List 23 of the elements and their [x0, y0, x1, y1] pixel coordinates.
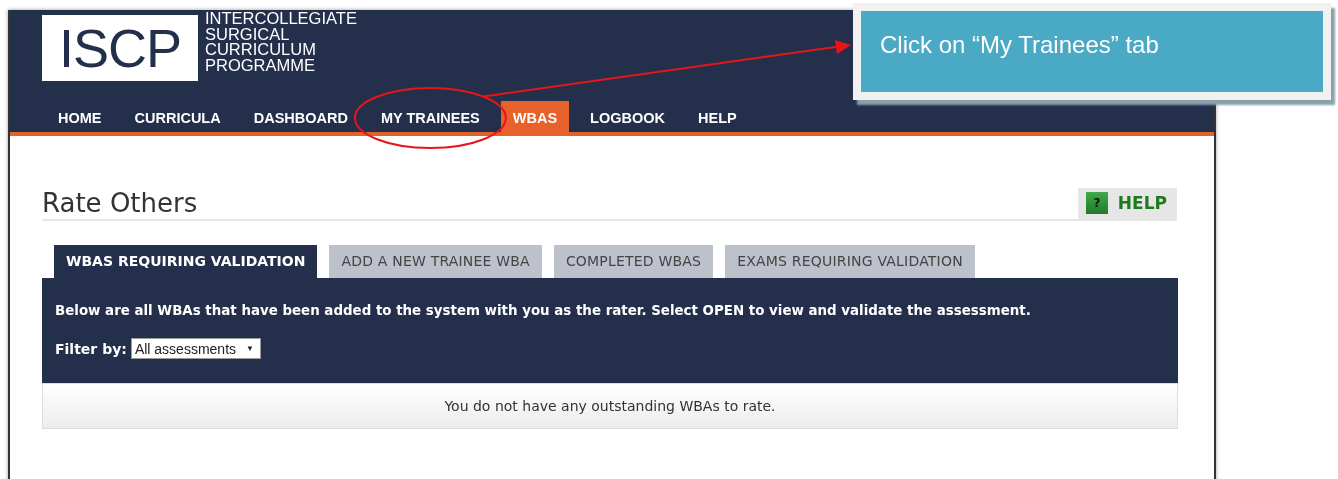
- nav-tab[interactable]: CURRICULA: [122, 101, 233, 135]
- logo-mark: ISCP: [42, 15, 198, 81]
- logo-text: PROGRAMME: [205, 57, 316, 73]
- empty-message: You do not have any outstanding WBAs to rate.: [444, 398, 776, 414]
- nav-tab[interactable]: MY TRAINEES: [368, 101, 492, 135]
- logo-text: INTERCOLLEGIATE: [205, 11, 357, 27]
- tab[interactable]: EXAMS REQUIRING VALIDATION: [725, 245, 975, 278]
- question-icon: ?: [1085, 192, 1108, 214]
- callout-text: Click on “My Trainees” tab: [880, 31, 1159, 59]
- nav-tab[interactable]: HOME: [46, 101, 114, 135]
- filter-label: Filter by:: [55, 340, 127, 357]
- tab[interactable]: ADD A NEW TRAINEE WBA: [329, 245, 542, 278]
- tab[interactable]: COMPLETED WBAS: [553, 245, 714, 278]
- nav-tab[interactable]: DASHBOARD: [241, 101, 360, 135]
- help-button[interactable]: ? HELP: [1077, 188, 1177, 219]
- filter-dropdown[interactable]: All assessments ▼: [130, 338, 261, 359]
- logo-text: SURGICAL: [205, 26, 291, 42]
- tab[interactable]: WBAS REQUIRING VALIDATION: [54, 245, 318, 278]
- logo-text: CURRICULUM: [205, 42, 317, 58]
- description-text: Below are all WBAs that have been added to the system with you as the rater. Select OPEN to view and validate the assessment.: [55, 303, 1032, 318]
- page-title: Rate Others: [42, 188, 198, 218]
- nav-tab[interactable]: LOGBOOK: [578, 101, 677, 135]
- nav-tab[interactable]: HELP: [686, 101, 749, 135]
